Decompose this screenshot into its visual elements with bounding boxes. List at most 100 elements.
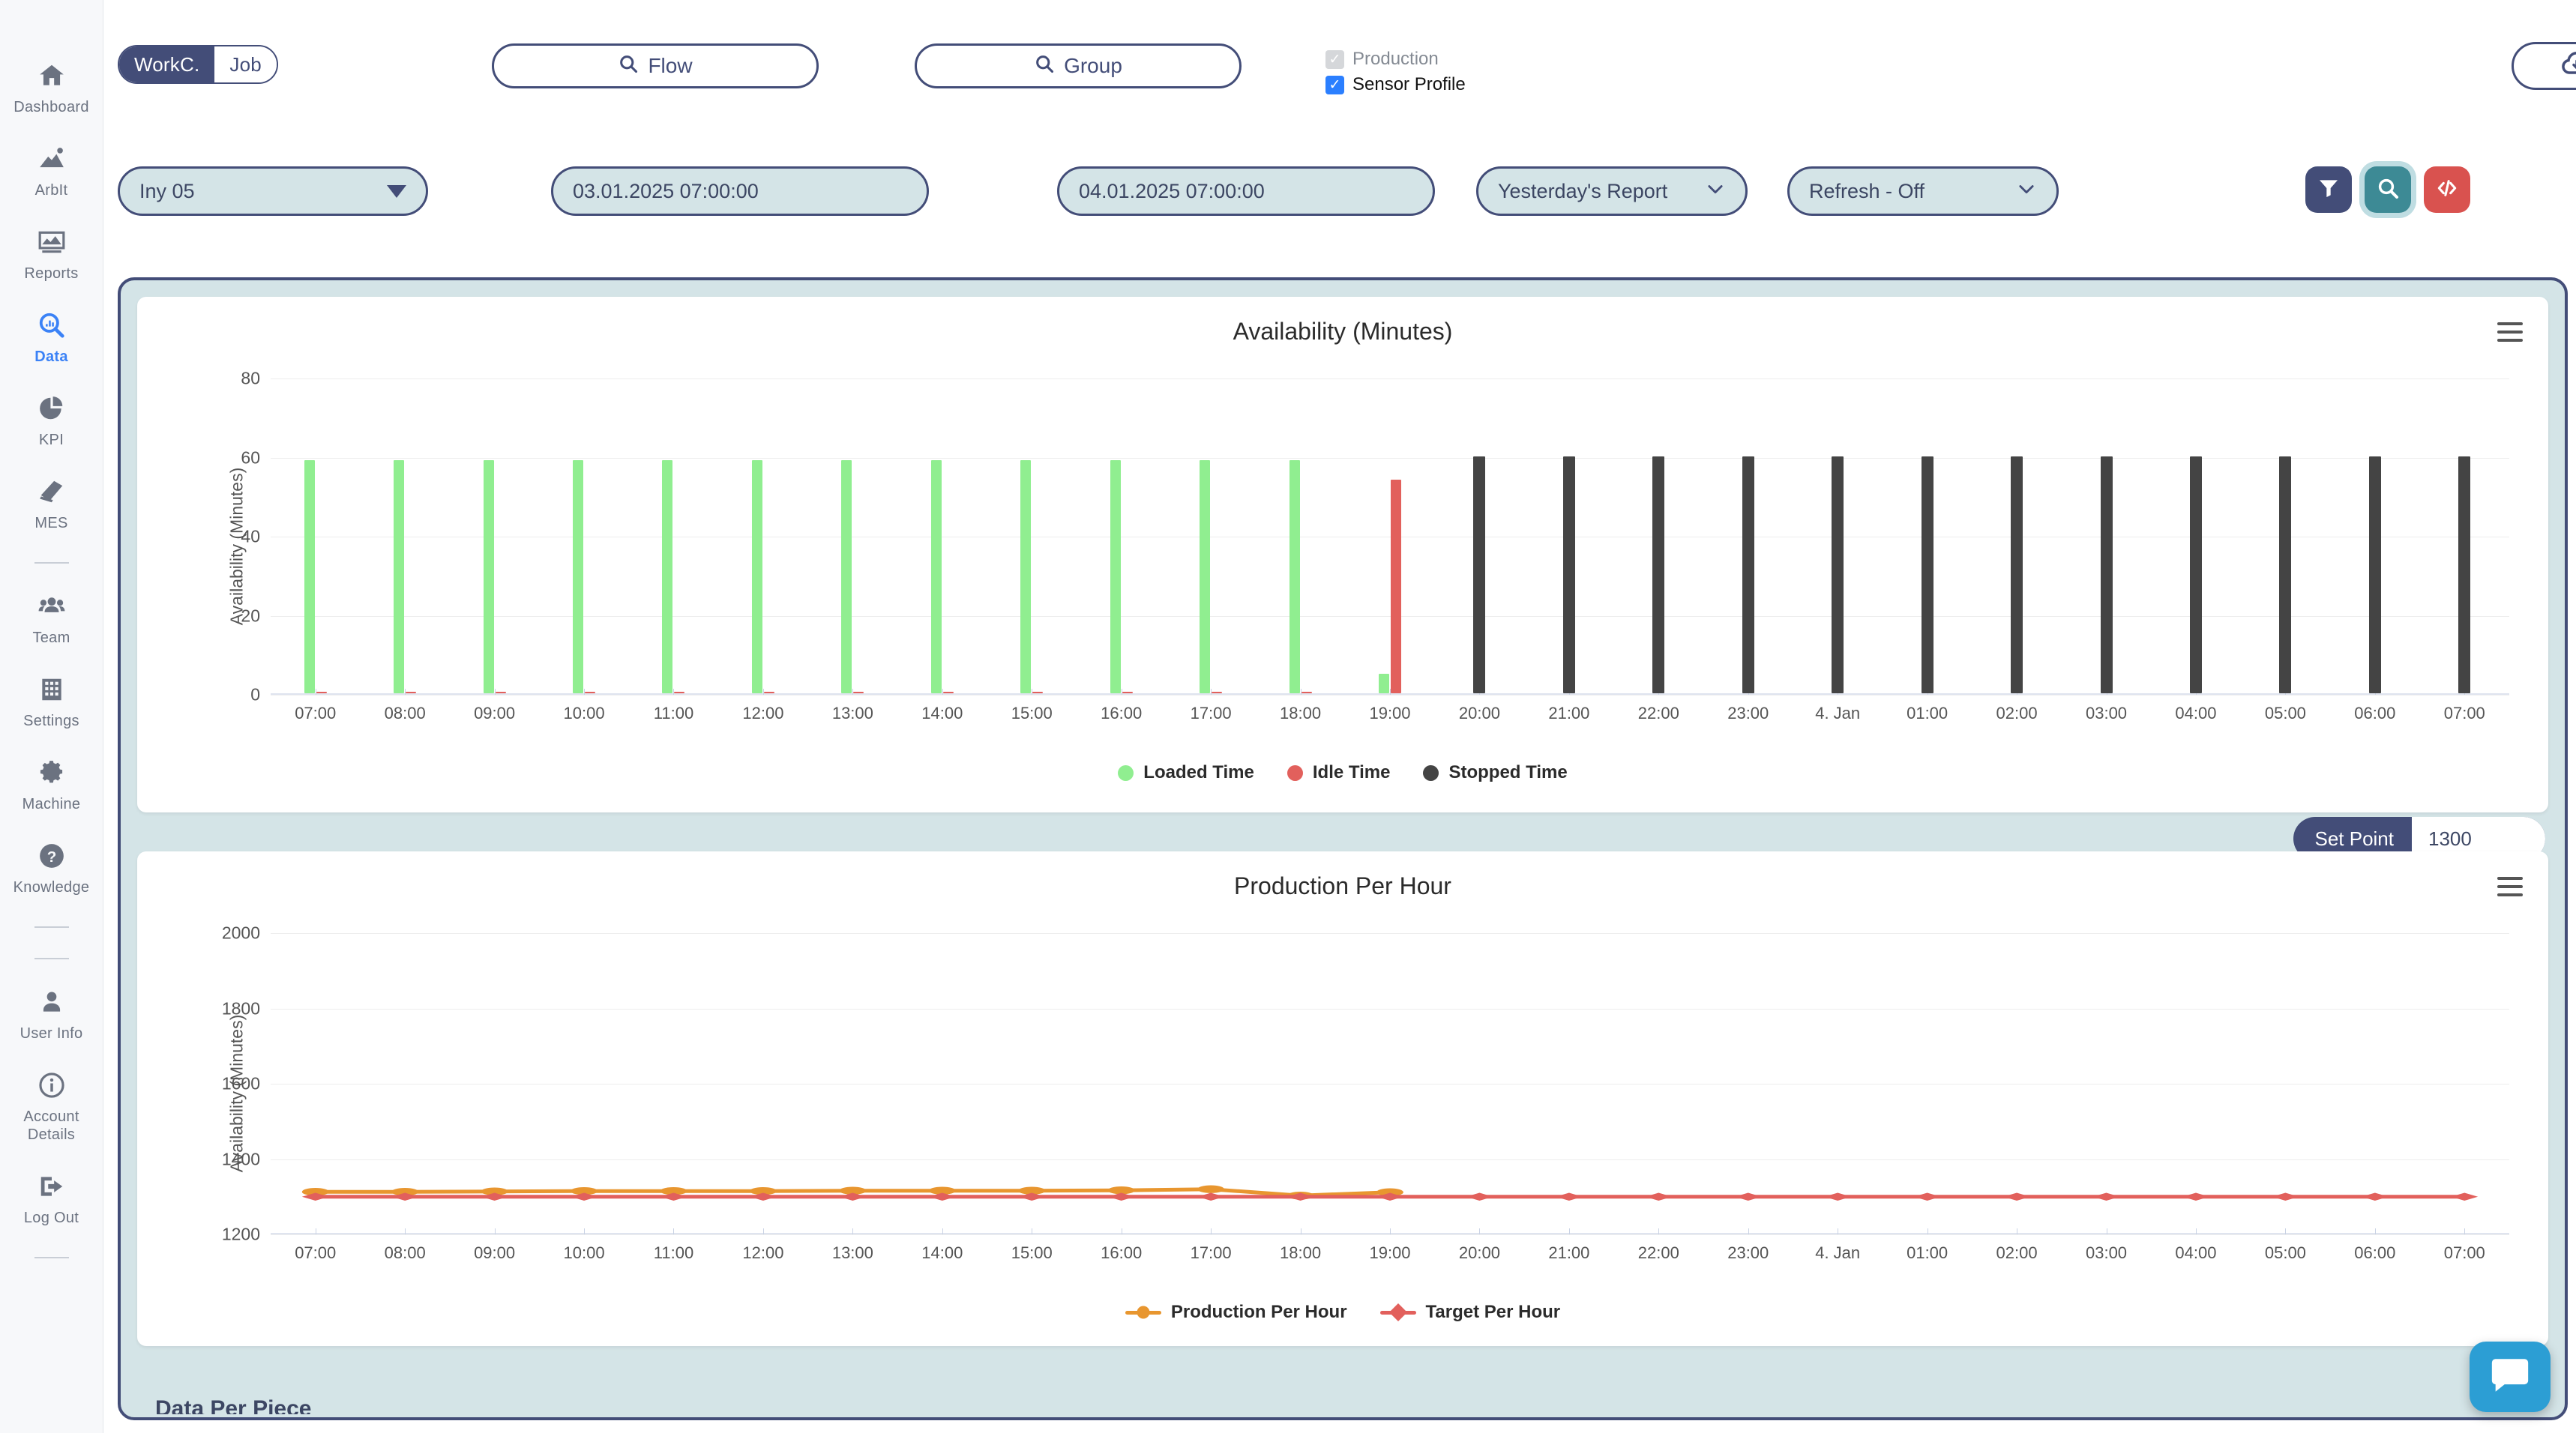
legend-item[interactable]: Target Per Hour <box>1379 1302 1560 1323</box>
legend-label: Production Per Hour <box>1170 1302 1347 1322</box>
sidebar-item-mes[interactable]: MES <box>0 474 103 532</box>
gridline <box>271 695 2509 696</box>
workcenter-job-toggle[interactable]: WorkC. Job <box>118 45 278 84</box>
x-axis-tick-label: 08:00 <box>384 704 426 722</box>
toggle-job[interactable]: Job <box>214 46 277 82</box>
legend-item[interactable]: Production Per Hour <box>1125 1302 1347 1323</box>
sidebar-label: Team <box>32 630 70 646</box>
gridline <box>271 378 2509 379</box>
date-to-input[interactable]: 04.01.2025 07:00:00 <box>1057 166 1435 216</box>
sidebar-divider <box>34 1257 69 1258</box>
bar <box>1379 673 1389 693</box>
data-point-marker <box>2092 1192 2120 1201</box>
x-axis-tick-mark <box>2285 1228 2287 1234</box>
sensor-profile-checkbox[interactable]: ✓ <box>1325 75 1344 94</box>
machine-select-value: Iny 05 <box>139 179 195 202</box>
x-axis-tick-label: 17:00 <box>1190 1243 1232 1262</box>
sidebar-item-kpi[interactable]: KPI <box>0 391 103 449</box>
cloud-download-button[interactable] <box>2512 42 2576 90</box>
sidebar-item-team[interactable]: Team <box>0 589 103 647</box>
search-icon <box>618 53 639 79</box>
sidebar-item-dashboard[interactable]: Dashboard <box>0 58 103 116</box>
bar <box>2368 456 2381 693</box>
date-from-input[interactable]: 03.01.2025 07:00:00 <box>551 166 929 216</box>
x-axis-tick-label: 10:00 <box>563 1243 605 1262</box>
legend-color-swatch <box>1379 1303 1416 1322</box>
cloud-download-icon <box>2560 48 2576 85</box>
x-axis-tick-label: 02:00 <box>1996 1243 2038 1262</box>
chat-icon <box>2488 1354 2532 1401</box>
search-button[interactable] <box>2365 166 2411 213</box>
flow-button[interactable]: Flow <box>492 43 819 88</box>
sidebar-item-user-info[interactable]: User Info <box>0 985 103 1043</box>
x-axis-tick-label: 04:00 <box>2175 1243 2217 1262</box>
sidebar-item-knowledge[interactable]: ? Knowledge <box>0 839 103 896</box>
sidebar-label: Dashboard <box>13 99 89 115</box>
machine-select[interactable]: Iny 05 <box>118 166 428 216</box>
y-axis-tick: 1600 <box>221 1073 260 1093</box>
bar <box>573 459 584 693</box>
sidebar-item-settings[interactable]: Settings <box>0 672 103 730</box>
report-select-value: Yesterday's Report <box>1498 179 1668 202</box>
x-axis-tick-label: 21:00 <box>1548 704 1590 722</box>
sidebar-item-machine[interactable]: Machine <box>0 755 103 813</box>
date-to-value: 04.01.2025 07:00:00 <box>1079 179 1265 202</box>
bar <box>942 691 954 693</box>
bar <box>1020 459 1032 693</box>
group-button-label: Group <box>1064 54 1122 77</box>
x-axis-tick-label: 05:00 <box>2264 1243 2306 1262</box>
sidebar-item-arbit[interactable]: ArbIt <box>0 142 103 199</box>
checkbox-row-sensor-profile[interactable]: ✓ Sensor Profile <box>1325 72 1466 97</box>
data-point-marker <box>1734 1192 1762 1201</box>
hamburger-menu-icon[interactable] <box>2497 877 2523 896</box>
x-axis-tick-label: 09:00 <box>474 1243 516 1262</box>
bar <box>2458 456 2471 693</box>
bar <box>662 459 673 693</box>
filter-toolbar: Iny 05 03.01.2025 07:00:00 04.01.2025 07… <box>103 166 2576 241</box>
checkbox-row-production[interactable]: ✓ Production <box>1325 46 1466 72</box>
bar <box>763 691 774 693</box>
bar <box>674 691 685 693</box>
date-from-value: 03.01.2025 07:00:00 <box>573 179 759 202</box>
x-axis-tick-label: 05:00 <box>2264 704 2306 722</box>
chat-widget-button[interactable] <box>2470 1342 2551 1412</box>
legend-item[interactable]: Stopped Time <box>1423 762 1568 783</box>
availability-chart-plot: Availability (Minutes) 0 20 40 60 80 07:00 08:… <box>137 359 2548 734</box>
bar <box>1200 459 1211 693</box>
production-plot-area: 1200 1400 1600 1800 2000 07:00 08:00 09:00 10:00… <box>222 923 2509 1262</box>
trend-icon <box>34 142 69 176</box>
sidebar-item-log-out[interactable]: Log Out <box>0 1169 103 1227</box>
toggle-workcenter[interactable]: WorkC. <box>119 46 215 82</box>
filter-button[interactable] <box>2305 166 2352 213</box>
sidebar-label: Account Details <box>23 1108 79 1143</box>
refresh-select-value: Refresh - Off <box>1809 179 1925 202</box>
home-icon <box>34 58 69 93</box>
search-data-icon <box>34 308 69 343</box>
sidebar-item-account-details[interactable]: Account Details <box>0 1068 103 1144</box>
bar <box>853 691 864 693</box>
legend-item[interactable]: Loaded Time <box>1118 762 1254 783</box>
group-button[interactable]: Group <box>915 43 1242 88</box>
legend-item[interactable]: Idle Time <box>1287 762 1390 783</box>
x-axis-tick-label: 21:00 <box>1548 1243 1590 1262</box>
report-select[interactable]: Yesterday's Report <box>1476 166 1748 216</box>
code-button[interactable] <box>2424 166 2470 213</box>
legend-color-swatch <box>1118 764 1134 781</box>
gridline <box>271 615 2509 617</box>
availability-chart-legend: Loaded Time Idle Time Stopped Time <box>137 762 2548 783</box>
x-axis-tick-label: 13:00 <box>831 1243 873 1262</box>
sidebar-label: Knowledge <box>13 879 90 896</box>
y-axis-tick: 40 <box>241 526 260 546</box>
x-axis-tick-mark <box>2374 1228 2376 1234</box>
x-axis-tick-label: 23:00 <box>1727 704 1769 722</box>
sidebar-item-data[interactable]: Data <box>0 308 103 366</box>
x-axis-tick-mark <box>2195 1228 2197 1234</box>
hamburger-menu-icon[interactable] <box>2497 322 2523 342</box>
sidebar-item-reports[interactable]: Reports <box>0 225 103 283</box>
x-axis-tick-label: 07:00 <box>2443 704 2485 722</box>
data-point-marker <box>1107 1192 1135 1201</box>
refresh-select[interactable]: Refresh - Off <box>1787 166 2059 216</box>
x-axis-tick-label: 14:00 <box>921 704 963 722</box>
y-axis-tick: 60 <box>241 447 260 467</box>
bar <box>304 459 315 693</box>
